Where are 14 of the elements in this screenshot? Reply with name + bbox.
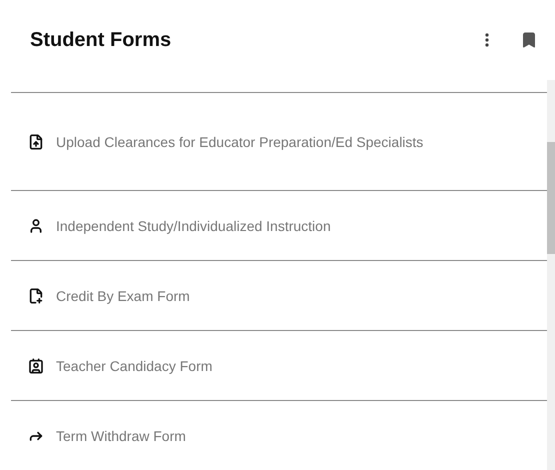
file-plus-icon <box>28 288 44 304</box>
form-link[interactable]: Upload Clearances for Educator Preparation/Ed Specialists <box>56 128 424 156</box>
scrollbar[interactable] <box>547 80 555 470</box>
form-link[interactable]: Independent Study/Individualized Instruction <box>56 212 331 240</box>
more-options-icon <box>485 33 489 47</box>
form-link[interactable]: Teacher Candidacy Form <box>56 352 212 380</box>
file-upload-icon <box>28 134 44 150</box>
id-card-icon <box>28 358 44 374</box>
page-title: Student Forms <box>30 28 172 53</box>
person-icon <box>28 218 44 234</box>
bookmark-icon <box>520 31 538 49</box>
form-link[interactable]: Credit By Exam Form <box>56 282 190 310</box>
form-link[interactable]: Term Withdraw Form <box>56 422 186 450</box>
scrollbar-thumb[interactable] <box>547 142 555 254</box>
